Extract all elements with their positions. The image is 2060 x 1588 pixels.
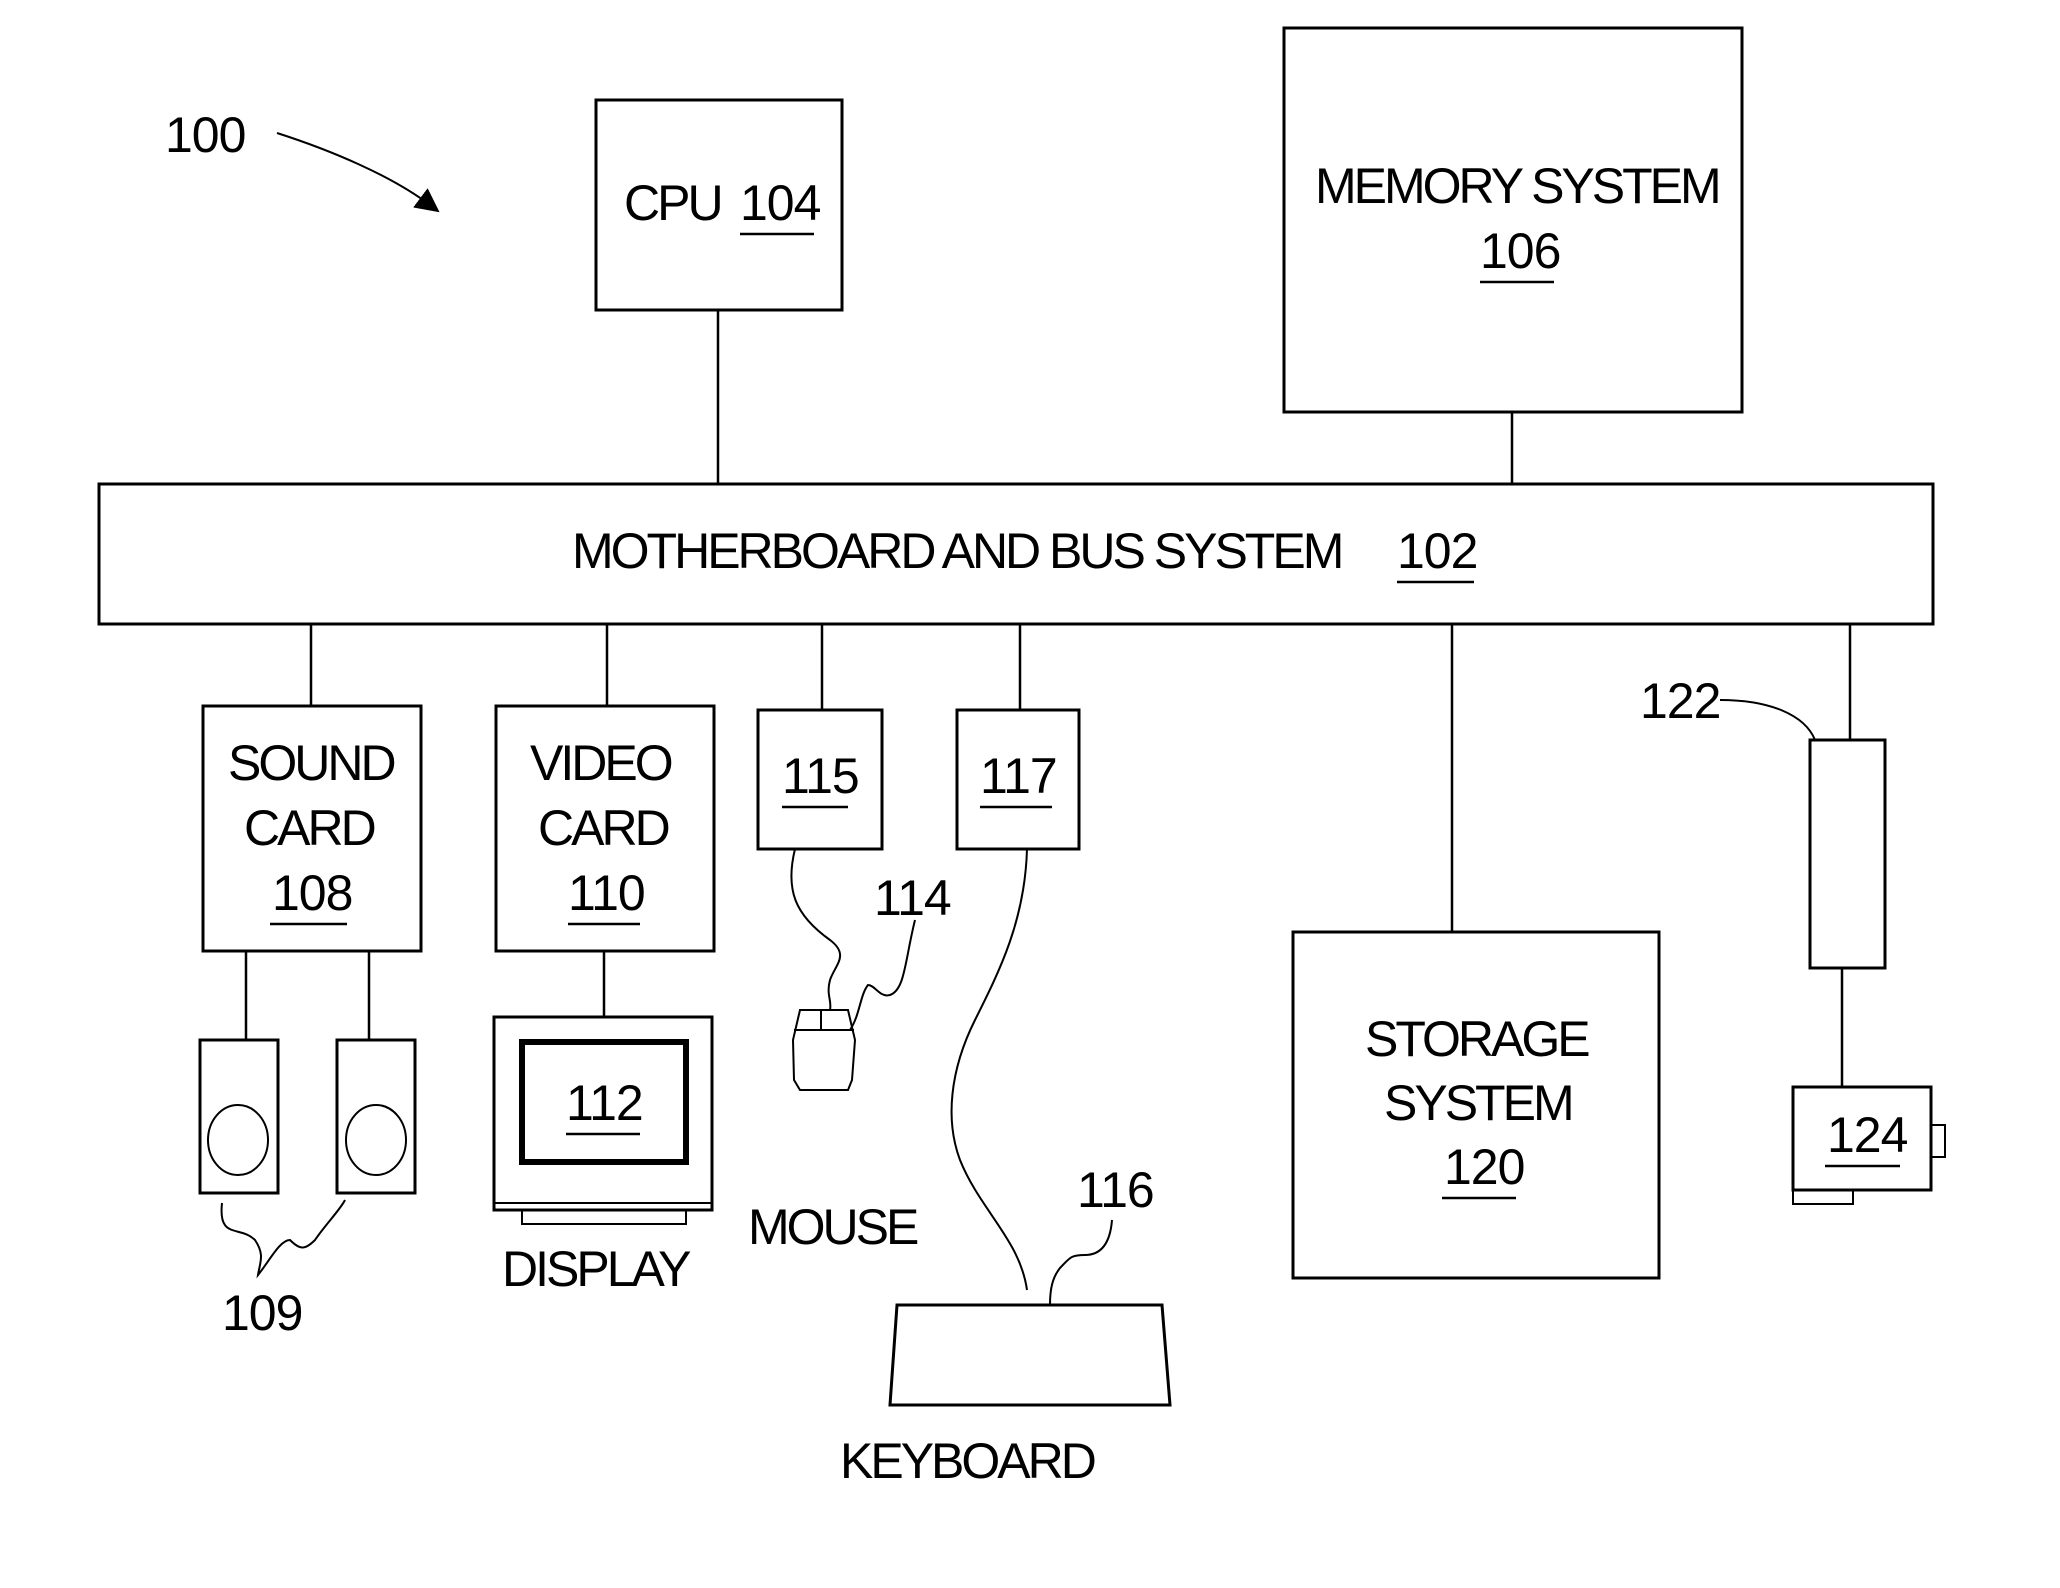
adapter-block: 122 <box>1640 624 1887 1087</box>
mouse-port-block: 115 <box>756 624 884 1011</box>
speakers-leader <box>220 1199 346 1279</box>
adapter-leader <box>1719 699 1816 741</box>
sound-card-line1: SOUND <box>228 735 394 791</box>
sound-card-line2: CARD <box>244 800 375 856</box>
video-card-ref: 110 <box>568 865 645 921</box>
display-stand <box>521 1209 687 1225</box>
camera-lens-icon <box>1930 1124 1946 1158</box>
sound-card-ref: 108 <box>272 865 352 921</box>
mouse-label: MOUSE <box>748 1199 918 1255</box>
cpu-label: CPU <box>624 175 721 231</box>
mouse-leader <box>849 919 916 1031</box>
display-label: DISPLAY <box>502 1241 691 1297</box>
video-card-line1: VIDEO <box>530 735 672 791</box>
memory-block: MEMORY SYSTEM 106 <box>1282 26 1744 484</box>
keyboard-icon <box>888 1303 1172 1407</box>
speaker-left <box>198 1038 280 1195</box>
computer-system-diagram: 100 CPU 104 MEMORY SYSTEM 106 MOTHERBOAR… <box>97 26 1946 1489</box>
storage-line1: STORAGE <box>1365 1011 1589 1067</box>
display-ref: 112 <box>566 1075 643 1131</box>
mouse-icon <box>791 1009 857 1091</box>
memory-box <box>1282 26 1744 414</box>
camera-block: 124 <box>1791 1085 1946 1205</box>
video-card-block: VIDEO CARD 110 <box>494 624 716 953</box>
keyboard-port-ref: 117 <box>980 748 1057 804</box>
mouse-cable <box>790 848 842 1011</box>
speakers-ref: 109 <box>222 1285 302 1341</box>
adapter-ref: 122 <box>1640 673 1720 729</box>
video-card-line2: CARD <box>538 800 669 856</box>
figure-ref-100: 100 <box>165 107 440 213</box>
memory-label: MEMORY SYSTEM <box>1315 158 1719 214</box>
cpu-ref: 104 <box>740 175 821 231</box>
sound-card-block: SOUND CARD 108 <box>201 624 423 953</box>
storage-line2: SYSTEM <box>1384 1075 1572 1131</box>
keyboard-ref: 116 <box>1077 1162 1154 1218</box>
adapter-box <box>1808 738 1887 970</box>
keyboard-port-block: 117 <box>950 624 1081 1291</box>
keyboard-cable <box>950 848 1028 1291</box>
bus-ref: 102 <box>1397 523 1477 579</box>
storage-block: STORAGE SYSTEM 120 <box>1291 624 1661 1280</box>
camera-ref: 124 <box>1827 1107 1908 1163</box>
speaker-right <box>335 1038 417 1195</box>
display-block: 112 DISPLAY <box>492 951 714 1297</box>
bus-label: MOTHERBOARD AND BUS SYSTEM <box>572 523 1341 579</box>
mouse-ref: 114 <box>874 870 951 926</box>
mouse-port-ref: 115 <box>782 748 859 804</box>
speakers-block: 109 <box>198 951 417 1341</box>
keyboard-label: KEYBOARD <box>840 1433 1095 1489</box>
figure-ref-label: 100 <box>165 107 245 163</box>
mouse-block: 114 MOUSE <box>748 870 952 1255</box>
figure-ref-arrow <box>276 132 440 213</box>
storage-ref: 120 <box>1444 1139 1524 1195</box>
camera-base <box>1792 1189 1854 1205</box>
bus-block: MOTHERBOARD AND BUS SYSTEM 102 <box>97 482 1935 626</box>
keyboard-leader <box>1049 1219 1113 1306</box>
memory-ref: 106 <box>1480 223 1560 279</box>
cpu-block: CPU 104 <box>594 98 844 484</box>
